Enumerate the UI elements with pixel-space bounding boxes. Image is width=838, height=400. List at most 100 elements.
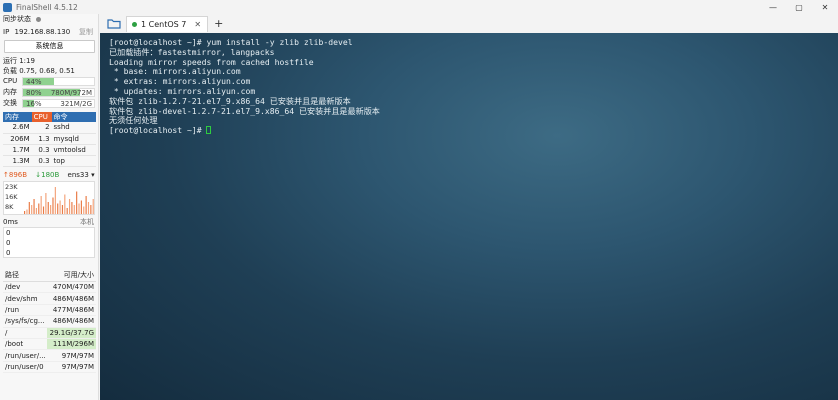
cpu-label: CPU xyxy=(3,77,18,85)
network-y-label-mid: 16K xyxy=(5,192,18,201)
swap-used: 321M/2G xyxy=(60,100,92,108)
network-activity-bar xyxy=(66,207,68,214)
close-window-button[interactable]: ✕ xyxy=(812,0,838,14)
memory-meter: 内存 80% 780M/972M xyxy=(0,87,98,98)
disk-row[interactable]: /dev/shm 486M/486M xyxy=(3,292,96,305)
process-memory: 1.3M xyxy=(3,155,32,167)
disk-row[interactable]: /29.1G/37.7G xyxy=(3,327,96,339)
disk-path: /boot xyxy=(3,338,47,351)
process-command: top xyxy=(51,155,96,167)
process-row[interactable]: 206M 1.3 mysqld xyxy=(3,133,96,145)
process-header-cpu[interactable]: CPU xyxy=(31,112,52,122)
terminal-output: [root@localhost ~]# yum install -y zlib … xyxy=(109,37,380,136)
folder-icon[interactable] xyxy=(105,17,123,31)
process-command: mysqld xyxy=(51,133,96,145)
network-graph: 23K 16K 8K xyxy=(3,180,95,215)
disk-row[interactable]: /boot 111M/296M xyxy=(3,338,96,351)
terminal-prompt-line: [root@localhost ~]# xyxy=(109,125,380,136)
network-activity-bar xyxy=(33,198,35,214)
network-interface-select[interactable]: ens33 ▾ xyxy=(68,171,95,179)
ip-address: 192.168.88.130 xyxy=(14,28,71,36)
network-activity-bar xyxy=(76,191,78,214)
network-activity-bar xyxy=(68,198,71,214)
network-activity-bar xyxy=(90,204,92,214)
tab-centos7[interactable]: 1 CentOS 7 ✕ xyxy=(126,15,209,32)
app-logo-icon xyxy=(3,2,12,12)
network-activity-bar xyxy=(92,198,94,214)
process-header-command[interactable]: 命令 xyxy=(51,112,96,122)
network-activity-bar xyxy=(45,192,47,214)
copy-ip-button[interactable]: 复制 xyxy=(79,27,93,37)
disk-size: 97M/97M xyxy=(46,349,96,362)
network-activity-bar xyxy=(87,201,90,214)
disk-path: / xyxy=(3,327,47,339)
disk-row[interactable]: /dev 470M/470M xyxy=(3,281,96,294)
process-row[interactable]: 1.7M 0.3 vmtoolsd xyxy=(3,144,96,156)
swap-label: 交换 xyxy=(3,99,17,107)
process-memory: 1.7M xyxy=(3,144,32,156)
latency-graph: 0 0 0 xyxy=(3,226,95,258)
ip-row: IP 192.168.88.130 复制 xyxy=(0,27,98,37)
memory-percent: 80% xyxy=(26,89,42,97)
ip-label: IP xyxy=(3,28,10,36)
process-header-memory[interactable]: 内存 xyxy=(3,112,32,122)
disk-row[interactable]: /sys/fs/cg... 486M/486M xyxy=(3,315,96,328)
latency-header: 0ms 本机 xyxy=(0,217,98,227)
network-activity-bar xyxy=(64,194,66,214)
latency-row: 0 xyxy=(6,228,11,237)
process-row[interactable]: 1.3M 0.3 top xyxy=(3,155,96,167)
disk-row[interactable]: /run/user/... 97M/97M xyxy=(3,349,96,362)
process-command: vmtoolsd xyxy=(51,144,96,156)
cpu-meter: CPU 44% xyxy=(0,76,98,87)
tab-label: 1 CentOS 7 xyxy=(141,19,187,29)
process-row[interactable]: 2.6M 2 sshd xyxy=(3,122,96,134)
network-activity-bar xyxy=(59,200,61,214)
cursor-icon xyxy=(206,126,212,135)
process-cpu: 1.3 xyxy=(31,133,52,145)
chevron-down-icon: ▾ xyxy=(91,170,95,179)
disk-header-path: 路径 xyxy=(3,269,47,282)
network-activity-bar xyxy=(28,201,30,214)
network-activity-bar xyxy=(83,206,85,214)
minimize-button[interactable]: — xyxy=(760,0,786,14)
close-tab-icon[interactable]: ✕ xyxy=(194,20,201,29)
memory-bar: 80% 780M/972M xyxy=(22,88,95,97)
tab-bar: 1 CentOS 7 ✕ + xyxy=(100,14,838,33)
swap-meter: 交换 16% 321M/2G xyxy=(0,98,98,109)
disk-size: 29.1G/37.7G xyxy=(46,327,96,339)
maximize-button[interactable]: ▢ xyxy=(786,0,812,14)
terminal-prompt: [root@localhost ~]# xyxy=(109,125,207,136)
network-activity-bar xyxy=(26,209,28,214)
network-activity-bar xyxy=(24,210,26,214)
memory-used: 780M/972M xyxy=(50,89,92,97)
terminal[interactable]: [root@localhost ~]# yum install -y zlib … xyxy=(100,33,838,400)
disk-size: 486M/486M xyxy=(46,315,96,328)
add-tab-button[interactable]: + xyxy=(214,17,223,30)
disk-row[interactable]: /run 477M/486M xyxy=(3,304,96,317)
disk-path: /run/user/0 xyxy=(3,361,47,374)
disk-path: /dev xyxy=(3,281,47,294)
network-upload: ↑896B xyxy=(3,170,28,179)
disk-path: /dev/shm xyxy=(3,292,47,305)
process-memory: 2.6M xyxy=(3,122,32,134)
network-activity-bar xyxy=(38,203,40,214)
network-activity-bar xyxy=(31,204,33,214)
sidebar: 同步状态 IP 192.168.88.130 复制 系统信息 运行 1:19 负… xyxy=(0,14,99,400)
disk-row[interactable]: /run/user/0 97M/97M xyxy=(3,361,96,374)
sync-dot-icon xyxy=(36,16,41,22)
disk-size: 470M/470M xyxy=(46,281,96,294)
swap-bar: 16% 321M/2G xyxy=(22,99,95,108)
network-activity-bar xyxy=(35,207,37,214)
network-activity-bar xyxy=(57,203,59,214)
network-activity-bar xyxy=(78,203,80,214)
process-cpu: 0.3 xyxy=(31,155,52,167)
title-bar: FinalShell 4.5.12 — ▢ ✕ xyxy=(0,0,838,14)
latency-row: 0 xyxy=(6,248,11,257)
process-table: 内存 CPU 命令 2.6M 2 sshd 206M 1.3 mysqld 1.7M 0.3 v… xyxy=(3,112,96,167)
process-cpu: 0.3 xyxy=(31,144,52,156)
network-activity-bar xyxy=(61,204,64,214)
network-activity-bar xyxy=(40,195,42,214)
disk-header-size: 可用/大小 xyxy=(46,269,96,282)
uptime: 运行 1:19 xyxy=(3,57,35,65)
system-info-button[interactable]: 系统信息 xyxy=(4,40,95,53)
